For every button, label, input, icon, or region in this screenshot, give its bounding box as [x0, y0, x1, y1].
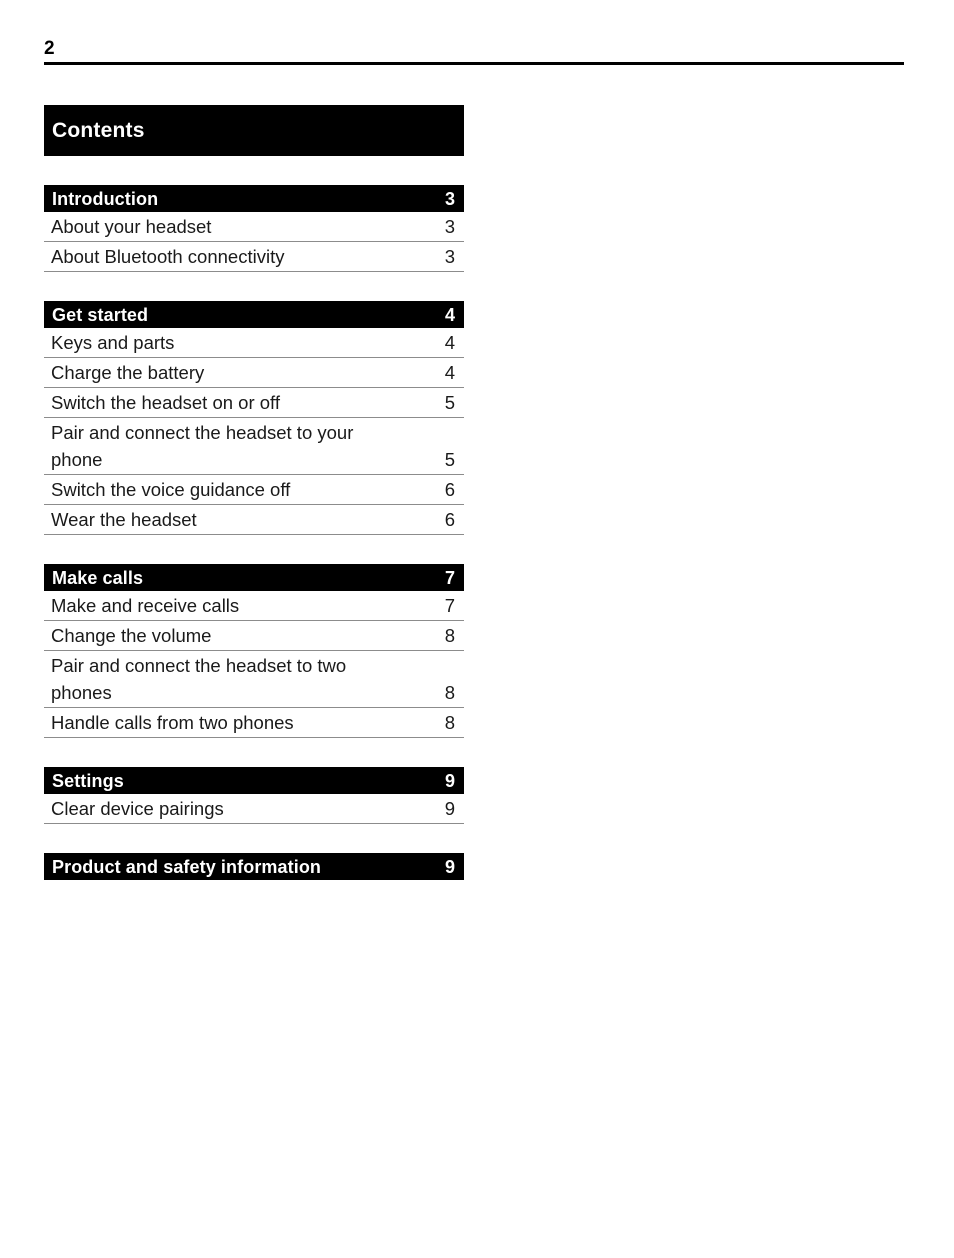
toc-entry-label: Wear the headset [51, 509, 197, 530]
toc-section-page-number: 3 [444, 188, 455, 209]
toc-entry[interactable]: Make and receive calls 7 [44, 591, 464, 621]
toc-entry-page-number: 7 [444, 595, 455, 616]
toc-section-label: Product and safety information [52, 856, 322, 877]
page-title: Contents [52, 118, 145, 142]
toc-entry-label: Handle calls from two phones [51, 712, 294, 733]
toc-entry-label: Make and receive calls [51, 595, 240, 616]
toc-entry[interactable]: Pair and connect the headset to your phon… [44, 418, 464, 475]
page-number: 2 [44, 38, 55, 59]
toc-entry-page-number: 5 [444, 449, 455, 470]
table-of-contents: Contents Introduction 3 About your headset… [44, 105, 464, 880]
toc-entry[interactable]: About Bluetooth connectivity 3 [44, 242, 464, 272]
toc-section-page-number: 9 [444, 770, 455, 791]
toc-entry[interactable]: Handle calls from two phones 8 [44, 708, 464, 738]
toc-entry[interactable]: Switch the headset on or off 5 [44, 388, 464, 418]
toc-section-header[interactable]: Settings 9 [44, 767, 464, 794]
toc-entry[interactable]: Switch the voice guidance off 6 [44, 475, 464, 505]
running-header: 2 [44, 38, 904, 65]
toc-section: Get started 4 Keys and parts 4 Charge the ba… [44, 301, 464, 535]
toc-entry-label: About your headset [51, 216, 212, 237]
toc-entry-lines: Pair and connect the headset to your phon… [51, 419, 455, 473]
toc-section-label: Make calls [52, 567, 144, 588]
toc-entry-label: Switch the voice guidance off [51, 479, 291, 500]
toc-section-label: Settings [52, 770, 124, 791]
toc-entry[interactable]: Keys and parts 4 [44, 328, 464, 358]
toc-entry-page-number: 6 [444, 479, 455, 500]
toc-sections: Introduction 3 About your headset 3 About Bl… [44, 185, 464, 880]
toc-entry-line2: phones 8 [51, 679, 455, 706]
toc-entry-page-number: 9 [444, 798, 455, 819]
toc-entry-label: Switch the headset on or off [51, 392, 281, 413]
toc-entry-lines: Pair and connect the headset to two phone… [51, 652, 455, 706]
toc-entry[interactable]: About your headset 3 [44, 212, 464, 242]
toc-entry-label-line1: Pair and connect the headset to two [51, 655, 347, 676]
toc-entry-page-number: 8 [444, 682, 455, 703]
toc-entry-page-number: 8 [444, 712, 455, 733]
toc-entry[interactable]: Change the volume 8 [44, 621, 464, 651]
toc-entry-page-number: 5 [444, 392, 455, 413]
toc-entry-label: Charge the battery [51, 362, 205, 383]
toc-section-label: Get started [52, 304, 149, 325]
toc-section-header[interactable]: Introduction 3 [44, 185, 464, 212]
toc-entry-label: About Bluetooth connectivity [51, 246, 285, 267]
toc-entry-label-line1: Pair and connect the headset to your [51, 422, 354, 443]
toc-entry-label: Keys and parts [51, 332, 175, 353]
toc-entry-label-line2: phone [51, 449, 103, 470]
toc-entry-label-line2: phones [51, 682, 112, 703]
contents-title-bar: Contents [44, 105, 464, 156]
toc-entry-page-number: 3 [444, 216, 455, 237]
toc-section: Introduction 3 About your headset 3 About Bl… [44, 185, 464, 272]
toc-section-page-number: 4 [444, 304, 455, 325]
toc-entry-label: Change the volume [51, 625, 212, 646]
toc-entry-page-number: 3 [444, 246, 455, 267]
toc-section-label: Introduction [52, 188, 159, 209]
toc-section-header[interactable]: Get started 4 [44, 301, 464, 328]
toc-entry-label: Clear device pairings [51, 798, 224, 819]
toc-entry[interactable]: Clear device pairings 9 [44, 794, 464, 824]
toc-entry-page-number: 4 [444, 332, 455, 353]
toc-section-page-number: 7 [444, 567, 455, 588]
toc-entry[interactable]: Pair and connect the headset to two phone… [44, 651, 464, 708]
toc-section-header[interactable]: Make calls 7 [44, 564, 464, 591]
document-page: 2 Contents Introduction 3 About your heads… [0, 0, 954, 1258]
toc-entry[interactable]: Wear the headset 6 [44, 505, 464, 535]
toc-entry-page-number: 8 [444, 625, 455, 646]
toc-entry-page-number: 4 [444, 362, 455, 383]
toc-entry-page-number: 6 [444, 509, 455, 530]
toc-section: Make calls 7 Make and receive calls 7 Change… [44, 564, 464, 738]
toc-section-page-number: 9 [444, 856, 455, 877]
toc-section: Product and safety information 9 [44, 853, 464, 880]
header-divider [44, 62, 904, 65]
toc-entry-line2: phone 5 [51, 446, 455, 473]
toc-section-header[interactable]: Product and safety information 9 [44, 853, 464, 880]
toc-entry[interactable]: Charge the battery 4 [44, 358, 464, 388]
toc-section: Settings 9 Clear device pairings 9 [44, 767, 464, 824]
